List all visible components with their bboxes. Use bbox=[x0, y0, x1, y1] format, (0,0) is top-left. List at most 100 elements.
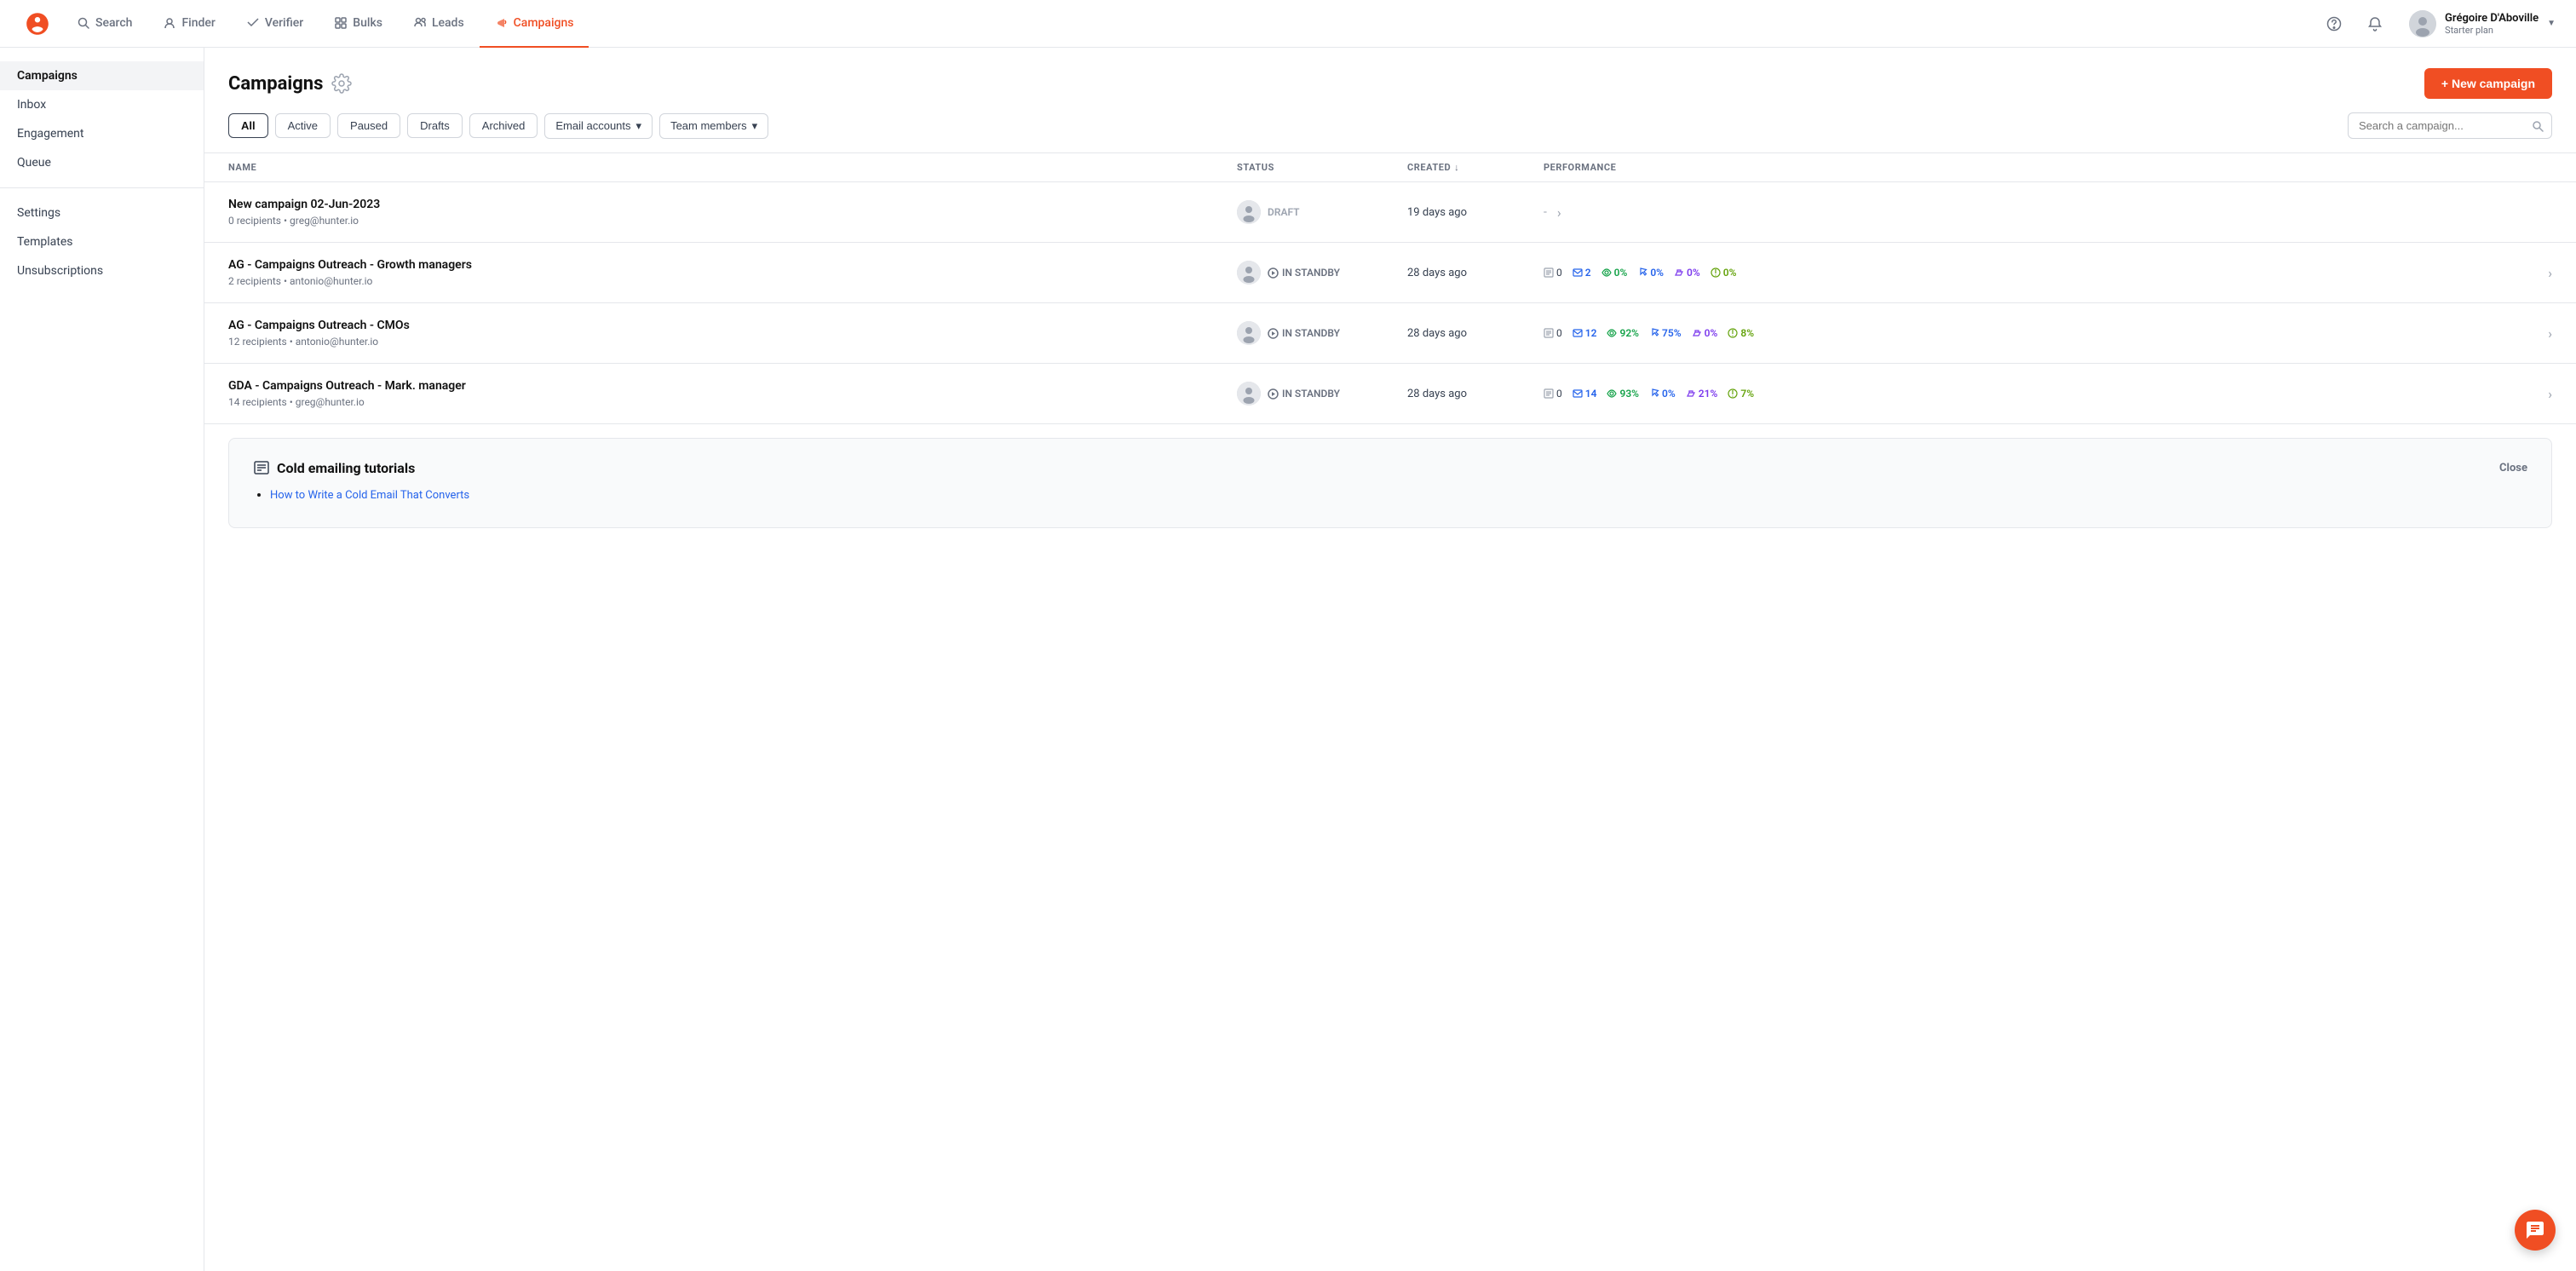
campaign-name-cell: AG - Campaigns Outreach - CMOs 12 recipi… bbox=[228, 319, 1237, 348]
perf-reply: 21% bbox=[1686, 388, 1718, 400]
campaign-avatar bbox=[1237, 382, 1261, 405]
filter-active[interactable]: Active bbox=[275, 113, 331, 138]
row-chevron: › bbox=[1557, 204, 1561, 221]
tutorial-close-button[interactable]: Close bbox=[2499, 462, 2527, 474]
sidebar-item-campaigns[interactable]: Campaigns bbox=[0, 61, 204, 90]
perf-bounce: 8% bbox=[1728, 327, 1754, 339]
page-header: Campaigns + New campaign bbox=[204, 48, 2576, 112]
tutorial-link[interactable]: How to Write a Cold Email That Converts bbox=[270, 489, 469, 502]
notifications-button[interactable] bbox=[2361, 10, 2389, 37]
status-cell: IN STANDBY bbox=[1237, 382, 1407, 405]
nav-finder[interactable]: Finder bbox=[147, 0, 230, 48]
perf-open: 0% bbox=[1601, 267, 1628, 279]
perf-queued: 0 bbox=[1544, 267, 1562, 279]
tutorial-card: Cold emailing tutorials Close How to Wri… bbox=[228, 438, 2552, 528]
main-content: Campaigns + New campaign All Active Paus… bbox=[204, 48, 2576, 1271]
search-icon bbox=[2532, 120, 2544, 132]
perf-open: 92% bbox=[1607, 327, 1639, 339]
performance-cell: 0 12 92% 75% bbox=[1544, 325, 2552, 342]
created-cell: 28 days ago bbox=[1407, 388, 1544, 400]
nav-leads[interactable]: Leads bbox=[398, 0, 480, 48]
sidebar-section-settings: Settings Templates Unsubscriptions bbox=[0, 198, 204, 285]
th-name: NAME bbox=[228, 162, 1237, 173]
perf-reply: 0% bbox=[1692, 327, 1718, 339]
campaigns-table: NAME STATUS CREATED ↓ PERFORMANCE New ca… bbox=[204, 152, 2576, 424]
sort-icon: ↓ bbox=[1454, 162, 1459, 173]
table-header: NAME STATUS CREATED ↓ PERFORMANCE bbox=[204, 152, 2576, 182]
performance-cell: 0 2 0% 0% 0% bbox=[1544, 265, 2552, 281]
layout: Campaigns Inbox Engagement Queue Setting… bbox=[0, 48, 2576, 1271]
search-wrapper bbox=[2348, 112, 2552, 139]
logo[interactable] bbox=[14, 10, 61, 37]
nav-campaigns[interactable]: Campaigns bbox=[480, 0, 589, 48]
user-name: Grégoire D'Aboville bbox=[2445, 12, 2539, 25]
filter-archived[interactable]: Archived bbox=[469, 113, 538, 138]
perf-sent: 12 bbox=[1573, 327, 1597, 339]
sidebar-item-engagement[interactable]: Engagement bbox=[0, 119, 204, 148]
tutorial-icon bbox=[253, 459, 270, 476]
perf-queued: 0 bbox=[1544, 327, 1562, 339]
perf-click: 0% bbox=[1637, 267, 1664, 279]
user-menu-chevron: ▼ bbox=[2547, 19, 2556, 28]
filter-drafts[interactable]: Drafts bbox=[407, 113, 463, 138]
sidebar-item-queue[interactable]: Queue bbox=[0, 148, 204, 177]
user-menu[interactable]: Grégoire D'Aboville Starter plan ▼ bbox=[2402, 7, 2562, 41]
sidebar-item-inbox[interactable]: Inbox bbox=[0, 90, 204, 119]
th-performance: PERFORMANCE bbox=[1544, 162, 2552, 173]
status-cell: IN STANDBY bbox=[1237, 261, 1407, 285]
row-chevron: › bbox=[2548, 386, 2552, 402]
list-item: How to Write a Cold Email That Converts bbox=[270, 488, 2527, 502]
topnav-right: Grégoire D'Aboville Starter plan ▼ bbox=[2320, 7, 2562, 41]
new-campaign-button[interactable]: + New campaign bbox=[2424, 68, 2552, 99]
campaign-avatar bbox=[1237, 261, 1261, 285]
team-members-chevron: ▾ bbox=[752, 119, 758, 133]
status-badge: IN STANDBY bbox=[1268, 388, 1340, 400]
row-chevron: › bbox=[2548, 325, 2552, 342]
sidebar-divider bbox=[0, 187, 204, 188]
campaign-name-cell: New campaign 02-Jun-2023 0 recipients • … bbox=[228, 198, 1237, 227]
nav-bulks[interactable]: Bulks bbox=[319, 0, 398, 48]
user-plan: Starter plan bbox=[2445, 25, 2539, 36]
created-cell: 19 days ago bbox=[1407, 206, 1544, 219]
nav-verifier[interactable]: Verifier bbox=[231, 0, 319, 48]
perf-sent: 14 bbox=[1573, 388, 1597, 400]
sidebar-item-templates[interactable]: Templates bbox=[0, 227, 204, 256]
table-row[interactable]: AG - Campaigns Outreach - Growth manager… bbox=[204, 243, 2576, 303]
th-status: STATUS bbox=[1237, 162, 1407, 173]
search-input[interactable] bbox=[2348, 112, 2552, 139]
filter-all[interactable]: All bbox=[228, 113, 268, 138]
table-row[interactable]: GDA - Campaigns Outreach - Mark. manager… bbox=[204, 364, 2576, 424]
perf-click: 0% bbox=[1649, 388, 1676, 400]
campaign-avatar bbox=[1237, 200, 1261, 224]
campaigns-settings-icon[interactable] bbox=[331, 73, 352, 94]
sidebar-section-main: Campaigns Inbox Engagement Queue bbox=[0, 61, 204, 177]
campaign-name-cell: GDA - Campaigns Outreach - Mark. manager… bbox=[228, 379, 1237, 408]
campaign-avatar bbox=[1237, 321, 1261, 345]
filter-team-members[interactable]: Team members ▾ bbox=[659, 113, 768, 139]
perf-open: 93% bbox=[1607, 388, 1639, 400]
topnav: Search Finder Verifier Bulks Leads Campa… bbox=[0, 0, 2576, 48]
chat-button[interactable] bbox=[2515, 1210, 2556, 1251]
nav-search[interactable]: Search bbox=[61, 0, 147, 48]
perf-click: 75% bbox=[1649, 327, 1682, 339]
perf-queued: 0 bbox=[1544, 388, 1562, 400]
status-badge: IN STANDBY bbox=[1268, 327, 1340, 339]
th-created[interactable]: CREATED ↓ bbox=[1407, 162, 1544, 173]
table-row[interactable]: New campaign 02-Jun-2023 0 recipients • … bbox=[204, 182, 2576, 243]
row-chevron: › bbox=[2548, 265, 2552, 281]
help-button[interactable] bbox=[2320, 10, 2348, 37]
table-row[interactable]: AG - Campaigns Outreach - CMOs 12 recipi… bbox=[204, 303, 2576, 364]
performance-cell: 0 14 93% 0% bbox=[1544, 386, 2552, 402]
filter-paused[interactable]: Paused bbox=[337, 113, 400, 138]
tutorial-links: How to Write a Cold Email That Converts bbox=[253, 488, 2527, 502]
perf-sent: 2 bbox=[1573, 267, 1591, 279]
sidebar: Campaigns Inbox Engagement Queue Setting… bbox=[0, 48, 204, 1271]
filters-row: All Active Paused Drafts Archived Email … bbox=[204, 112, 2576, 152]
sidebar-item-unsubscriptions[interactable]: Unsubscriptions bbox=[0, 256, 204, 285]
status-cell: DRAFT bbox=[1237, 200, 1407, 224]
filter-email-accounts[interactable]: Email accounts ▾ bbox=[544, 113, 653, 139]
sidebar-item-settings[interactable]: Settings bbox=[0, 198, 204, 227]
campaign-name-cell: AG - Campaigns Outreach - Growth manager… bbox=[228, 258, 1237, 287]
email-accounts-chevron: ▾ bbox=[636, 119, 642, 133]
status-cell: IN STANDBY bbox=[1237, 321, 1407, 345]
